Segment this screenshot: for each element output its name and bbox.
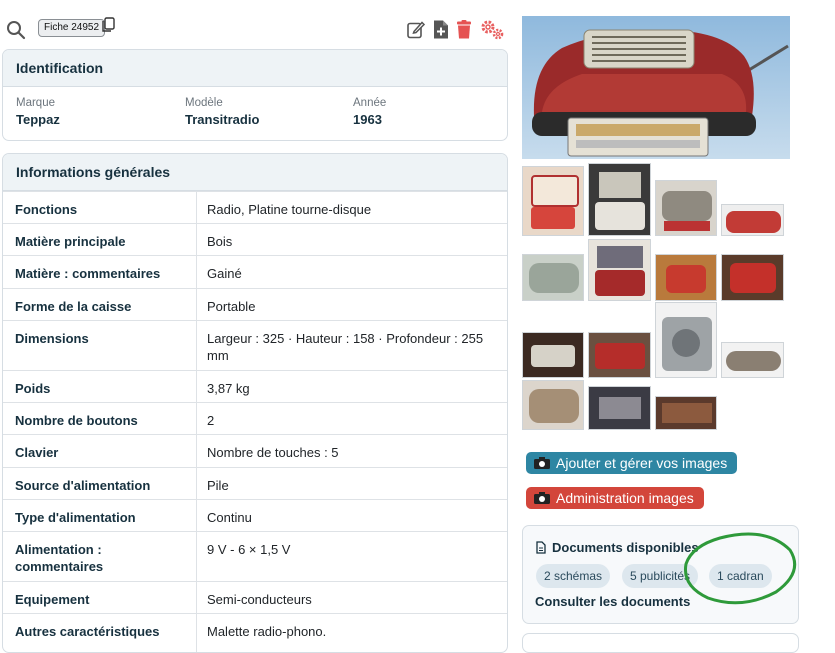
gallery-thumbnail[interactable] bbox=[522, 254, 584, 301]
info-value: 9 V - 6 × 1,5 V bbox=[207, 542, 291, 557]
model-field: Modèle Transitradio bbox=[185, 97, 259, 127]
info-row-matiere: Matière principale Bois bbox=[3, 223, 507, 255]
gallery-thumbnail[interactable] bbox=[522, 166, 584, 236]
info-value: Portable bbox=[207, 299, 256, 314]
edit-icon[interactable] bbox=[406, 19, 426, 40]
info-key: Alimentation : commentaires bbox=[15, 542, 104, 574]
info-key: Poids bbox=[15, 381, 51, 396]
info-row-source: Source d'alimentation Pile bbox=[3, 467, 507, 499]
gallery-thumbnail[interactable] bbox=[721, 254, 784, 301]
info-value: Gainé bbox=[207, 266, 242, 281]
add-images-button[interactable]: Ajouter et gérer vos images bbox=[526, 452, 737, 474]
year-field: Année 1963 bbox=[353, 97, 386, 127]
info-key: Nombre de boutons bbox=[15, 413, 138, 428]
gallery-thumbnail[interactable] bbox=[588, 163, 651, 236]
gallery-thumbnail[interactable] bbox=[655, 254, 717, 301]
info-row-equipement: Equipement Semi-conducteurs bbox=[3, 581, 507, 613]
gallery-thumbnail[interactable] bbox=[588, 332, 651, 378]
documents-title: Documents disponibles bbox=[552, 540, 699, 555]
gallery-thumbnail[interactable] bbox=[522, 380, 584, 430]
identification-title: Identification bbox=[3, 50, 507, 87]
camera-icon bbox=[534, 492, 550, 504]
gallery-thumbnail[interactable] bbox=[655, 302, 717, 378]
info-row-alimentation-commentaires: Alimentation : commentaires 9 V - 6 × 1,… bbox=[3, 531, 507, 581]
add-images-label: Ajouter et gérer vos images bbox=[556, 455, 728, 471]
annotation-circle bbox=[683, 532, 797, 605]
info-key: Clavier bbox=[15, 445, 59, 460]
info-key: Matière : commentaires bbox=[15, 266, 161, 281]
info-value: Bois bbox=[207, 234, 233, 249]
camera-icon bbox=[534, 457, 550, 469]
info-value: 2 bbox=[207, 413, 215, 428]
trash-icon[interactable] bbox=[456, 19, 472, 40]
year-label: Année bbox=[353, 97, 387, 109]
gallery-thumbnail[interactable] bbox=[721, 204, 784, 236]
gallery-thumbnail[interactable] bbox=[655, 396, 717, 430]
info-row-poids: Poids 3,87 kg bbox=[3, 370, 507, 402]
info-value: Nombre de touches : 5 bbox=[207, 445, 339, 460]
gallery-thumbnail[interactable] bbox=[655, 180, 717, 236]
year-value: 1963 bbox=[353, 112, 382, 127]
info-value: Malette radio-phono. bbox=[207, 624, 327, 639]
info-row-forme: Forme de la caisse Portable bbox=[3, 288, 507, 320]
model-value: Transitradio bbox=[185, 112, 260, 127]
brand-label: Marque bbox=[16, 97, 55, 109]
info-value: Continu bbox=[207, 510, 252, 525]
info-key: Source d'alimentation bbox=[15, 478, 151, 493]
settings-icon[interactable] bbox=[479, 19, 505, 40]
add-file-icon[interactable] bbox=[433, 19, 449, 40]
info-row-dimensions: Dimensions Largeur : 325 · Hauteur : 158… bbox=[3, 320, 507, 370]
info-value: 3,87 kg bbox=[207, 381, 250, 396]
search-icon[interactable] bbox=[6, 20, 26, 40]
general-info-title: Informations générales bbox=[3, 154, 507, 191]
main-product-photo[interactable] bbox=[522, 16, 790, 159]
admin-images-label: Administration images bbox=[556, 490, 694, 506]
info-key: Dimensions bbox=[15, 331, 89, 346]
info-row-fonctions: Fonctions Radio, Platine tourne-disque bbox=[3, 191, 507, 223]
fiche-number-badge: Fiche 24952 bbox=[38, 19, 106, 37]
info-key: Autres caractéristiques bbox=[15, 624, 160, 639]
copy-icon[interactable] bbox=[101, 17, 116, 33]
info-key: Type d'alimentation bbox=[15, 510, 136, 525]
gallery-thumbnail[interactable] bbox=[588, 239, 651, 301]
brand-field: Marque Teppaz bbox=[16, 97, 60, 127]
admin-images-button[interactable]: Administration images bbox=[526, 487, 704, 509]
general-info-card: Informations générales Fonctions Radio, … bbox=[2, 153, 508, 653]
info-row-clavier: Clavier Nombre de touches : 5 bbox=[3, 434, 507, 467]
info-value: Radio, Platine tourne-disque bbox=[207, 202, 372, 217]
info-key: Fonctions bbox=[15, 202, 78, 217]
info-row-type: Type d'alimentation Continu bbox=[3, 499, 507, 531]
info-row-autres: Autres caractéristiques Malette radio-ph… bbox=[3, 613, 507, 652]
info-value: Largeur : 325 · Hauteur : 158 · Profonde… bbox=[207, 331, 484, 363]
brand-value: Teppaz bbox=[16, 112, 60, 127]
document-pill-schemas[interactable]: 2 schémas bbox=[536, 564, 611, 588]
info-key: Forme de la caisse bbox=[15, 299, 132, 314]
info-row-boutons: Nombre de boutons 2 bbox=[3, 402, 507, 434]
gallery-thumbnail[interactable] bbox=[522, 332, 584, 378]
info-value: Pile bbox=[207, 478, 229, 493]
view-documents-link[interactable]: Consulter les documents bbox=[535, 594, 690, 609]
info-key: Equipement bbox=[15, 592, 90, 607]
document-icon bbox=[536, 541, 546, 554]
info-row-matiere-commentaires: Matière : commentaires Gainé bbox=[3, 255, 507, 288]
identification-card: Identification Marque Teppaz Modèle Tran… bbox=[2, 49, 508, 141]
info-key: Matière principale bbox=[15, 234, 126, 249]
thumbnail-gallery bbox=[522, 163, 786, 434]
next-card bbox=[522, 633, 799, 653]
gallery-thumbnail[interactable] bbox=[588, 386, 651, 430]
info-value: Semi-conducteurs bbox=[207, 592, 312, 607]
gallery-thumbnail[interactable] bbox=[721, 342, 784, 378]
model-label: Modèle bbox=[185, 97, 223, 109]
